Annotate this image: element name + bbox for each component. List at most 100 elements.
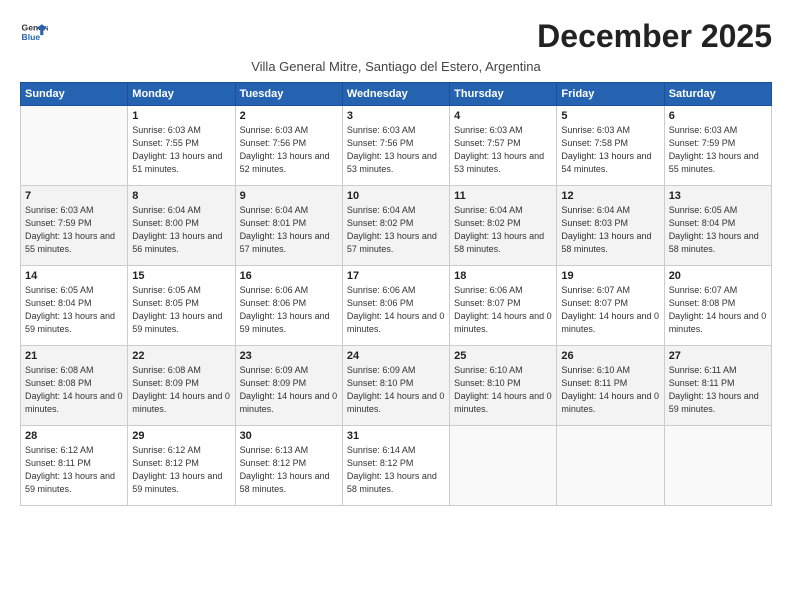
day-detail: Sunrise: 6:04 AM Sunset: 8:02 PM Dayligh… — [347, 204, 445, 256]
day-detail: Sunrise: 6:12 AM Sunset: 8:11 PM Dayligh… — [25, 444, 123, 496]
day-number: 16 — [240, 270, 338, 282]
month-title: December 2025 — [537, 18, 772, 55]
day-detail: Sunrise: 6:05 AM Sunset: 8:04 PM Dayligh… — [25, 284, 123, 336]
calendar-cell: 20 Sunrise: 6:07 AM Sunset: 8:08 PM Dayli… — [664, 266, 771, 346]
calendar-cell: 31 Sunrise: 6:14 AM Sunset: 8:12 PM Dayli… — [342, 426, 449, 506]
calendar-cell — [21, 106, 128, 186]
calendar-cell: 6 Sunrise: 6:03 AM Sunset: 7:59 PM Daylig… — [664, 106, 771, 186]
day-number: 17 — [347, 270, 445, 282]
day-number: 30 — [240, 430, 338, 442]
day-number: 15 — [132, 270, 230, 282]
calendar-cell: 3 Sunrise: 6:03 AM Sunset: 7:56 PM Daylig… — [342, 106, 449, 186]
svg-text:Blue: Blue — [22, 32, 41, 42]
day-detail: Sunrise: 6:03 AM Sunset: 7:56 PM Dayligh… — [347, 124, 445, 176]
day-number: 5 — [561, 110, 659, 122]
day-number: 10 — [347, 190, 445, 202]
day-detail: Sunrise: 6:08 AM Sunset: 8:09 PM Dayligh… — [132, 364, 230, 416]
day-number: 28 — [25, 430, 123, 442]
day-detail: Sunrise: 6:05 AM Sunset: 8:04 PM Dayligh… — [669, 204, 767, 256]
day-number: 3 — [347, 110, 445, 122]
calendar-cell — [664, 426, 771, 506]
day-number: 20 — [669, 270, 767, 282]
page-subtitle: Villa General Mitre, Santiago del Estero… — [20, 59, 772, 74]
day-detail: Sunrise: 6:06 AM Sunset: 8:07 PM Dayligh… — [454, 284, 552, 336]
day-detail: Sunrise: 6:09 AM Sunset: 8:10 PM Dayligh… — [347, 364, 445, 416]
calendar-cell: 8 Sunrise: 6:04 AM Sunset: 8:00 PM Daylig… — [128, 186, 235, 266]
day-detail: Sunrise: 6:05 AM Sunset: 8:05 PM Dayligh… — [132, 284, 230, 336]
calendar-cell: 28 Sunrise: 6:12 AM Sunset: 8:11 PM Dayli… — [21, 426, 128, 506]
day-detail: Sunrise: 6:04 AM Sunset: 8:00 PM Dayligh… — [132, 204, 230, 256]
weekday-header-saturday: Saturday — [664, 83, 771, 106]
day-detail: Sunrise: 6:03 AM Sunset: 7:59 PM Dayligh… — [25, 204, 123, 256]
day-detail: Sunrise: 6:03 AM Sunset: 7:59 PM Dayligh… — [669, 124, 767, 176]
day-detail: Sunrise: 6:12 AM Sunset: 8:12 PM Dayligh… — [132, 444, 230, 496]
calendar-cell: 21 Sunrise: 6:08 AM Sunset: 8:08 PM Dayli… — [21, 346, 128, 426]
calendar-cell: 18Sunrise: 6:06 AM Sunset: 8:07 PM Dayli… — [450, 266, 557, 346]
day-number: 11 — [454, 190, 552, 202]
calendar-cell: 27 Sunrise: 6:11 AM Sunset: 8:11 PM Dayli… — [664, 346, 771, 426]
weekday-header-friday: Friday — [557, 83, 664, 106]
day-number: 6 — [669, 110, 767, 122]
calendar-cell: 26 Sunrise: 6:10 AM Sunset: 8:11 PM Dayli… — [557, 346, 664, 426]
day-detail: Sunrise: 6:03 AM Sunset: 7:58 PM Dayligh… — [561, 124, 659, 176]
day-number: 19 — [561, 270, 659, 282]
calendar-cell: 25 Sunrise: 6:10 AM Sunset: 8:10 PM Dayli… — [450, 346, 557, 426]
day-detail: Sunrise: 6:14 AM Sunset: 8:12 PM Dayligh… — [347, 444, 445, 496]
day-detail: Sunrise: 6:03 AM Sunset: 7:55 PM Dayligh… — [132, 124, 230, 176]
day-detail: Sunrise: 6:11 AM Sunset: 8:11 PM Dayligh… — [669, 364, 767, 416]
day-detail: Sunrise: 6:06 AM Sunset: 8:06 PM Dayligh… — [240, 284, 338, 336]
day-detail: Sunrise: 6:10 AM Sunset: 8:10 PM Dayligh… — [454, 364, 552, 416]
weekday-header-thursday: Thursday — [450, 83, 557, 106]
day-number: 1 — [132, 110, 230, 122]
day-number: 31 — [347, 430, 445, 442]
calendar-cell — [450, 426, 557, 506]
calendar-cell: 16 Sunrise: 6:06 AM Sunset: 8:06 PM Dayli… — [235, 266, 342, 346]
day-detail: Sunrise: 6:04 AM Sunset: 8:02 PM Dayligh… — [454, 204, 552, 256]
day-number: 2 — [240, 110, 338, 122]
calendar-cell — [557, 426, 664, 506]
calendar-cell: 17 Sunrise: 6:06 AM Sunset: 8:06 PM Dayli… — [342, 266, 449, 346]
calendar-cell: 24 Sunrise: 6:09 AM Sunset: 8:10 PM Dayli… — [342, 346, 449, 426]
day-number: 9 — [240, 190, 338, 202]
calendar-cell: 4 Sunrise: 6:03 AM Sunset: 7:57 PM Daylig… — [450, 106, 557, 186]
weekday-header-tuesday: Tuesday — [235, 83, 342, 106]
weekday-header-wednesday: Wednesday — [342, 83, 449, 106]
calendar-cell: 22 Sunrise: 6:08 AM Sunset: 8:09 PM Dayli… — [128, 346, 235, 426]
day-detail: Sunrise: 6:10 AM Sunset: 8:11 PM Dayligh… — [561, 364, 659, 416]
calendar-cell: 11 Sunrise: 6:04 AM Sunset: 8:02 PM Dayli… — [450, 186, 557, 266]
weekday-header-sunday: Sunday — [21, 83, 128, 106]
day-detail: Sunrise: 6:07 AM Sunset: 8:08 PM Dayligh… — [669, 284, 767, 336]
day-detail: Sunrise: 6:06 AM Sunset: 8:06 PM Dayligh… — [347, 284, 445, 336]
day-detail: Sunrise: 6:07 AM Sunset: 8:07 PM Dayligh… — [561, 284, 659, 336]
day-number: 4 — [454, 110, 552, 122]
day-detail: Sunrise: 6:04 AM Sunset: 8:03 PM Dayligh… — [561, 204, 659, 256]
day-number: 21 — [25, 350, 123, 362]
calendar-cell: 9Sunrise: 6:04 AM Sunset: 8:01 PM Daylig… — [235, 186, 342, 266]
day-detail: Sunrise: 6:03 AM Sunset: 7:56 PM Dayligh… — [240, 124, 338, 176]
day-number: 23 — [240, 350, 338, 362]
day-number: 22 — [132, 350, 230, 362]
day-number: 25 — [454, 350, 552, 362]
calendar-cell: 7Sunrise: 6:03 AM Sunset: 7:59 PM Daylig… — [21, 186, 128, 266]
calendar-cell: 29 Sunrise: 6:12 AM Sunset: 8:12 PM Dayli… — [128, 426, 235, 506]
calendar-cell: 13 Sunrise: 6:05 AM Sunset: 8:04 PM Dayli… — [664, 186, 771, 266]
calendar-cell: 19 Sunrise: 6:07 AM Sunset: 8:07 PM Dayli… — [557, 266, 664, 346]
day-number: 13 — [669, 190, 767, 202]
calendar-cell: 1 Sunrise: 6:03 AM Sunset: 7:55 PM Daylig… — [128, 106, 235, 186]
day-number: 27 — [669, 350, 767, 362]
day-number: 26 — [561, 350, 659, 362]
calendar-cell: 23Sunrise: 6:09 AM Sunset: 8:09 PM Dayli… — [235, 346, 342, 426]
calendar-cell: 10 Sunrise: 6:04 AM Sunset: 8:02 PM Dayli… — [342, 186, 449, 266]
calendar-cell: 5 Sunrise: 6:03 AM Sunset: 7:58 PM Daylig… — [557, 106, 664, 186]
day-detail: Sunrise: 6:08 AM Sunset: 8:08 PM Dayligh… — [25, 364, 123, 416]
calendar-cell: 30 Sunrise: 6:13 AM Sunset: 8:12 PM Dayli… — [235, 426, 342, 506]
logo: General Blue — [20, 18, 48, 46]
day-detail: Sunrise: 6:03 AM Sunset: 7:57 PM Dayligh… — [454, 124, 552, 176]
day-number: 24 — [347, 350, 445, 362]
calendar-cell: 2 Sunrise: 6:03 AM Sunset: 7:56 PM Daylig… — [235, 106, 342, 186]
day-detail: Sunrise: 6:13 AM Sunset: 8:12 PM Dayligh… — [240, 444, 338, 496]
calendar-cell: 15 Sunrise: 6:05 AM Sunset: 8:05 PM Dayli… — [128, 266, 235, 346]
day-number: 29 — [132, 430, 230, 442]
day-number: 12 — [561, 190, 659, 202]
day-number: 8 — [132, 190, 230, 202]
